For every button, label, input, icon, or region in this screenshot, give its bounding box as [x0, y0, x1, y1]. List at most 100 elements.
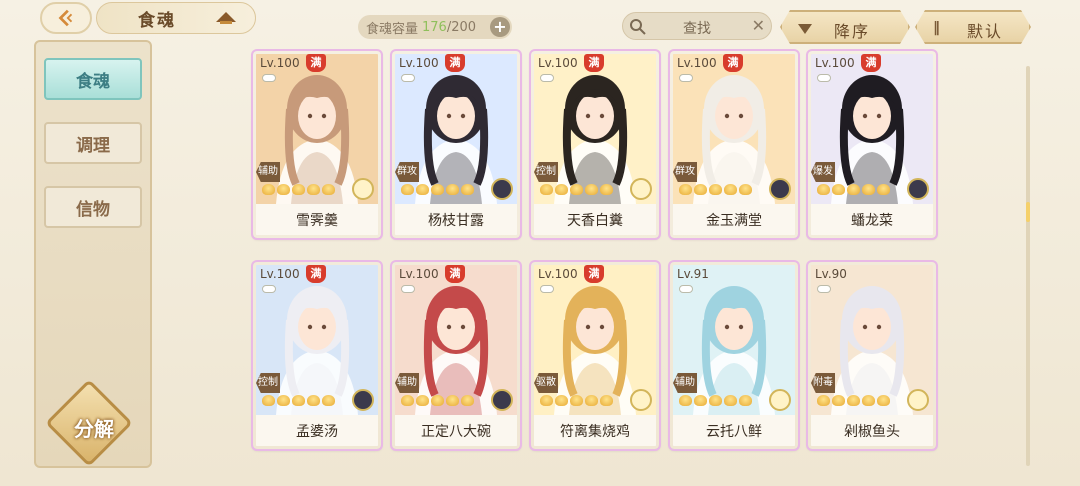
- element-emblem-icon: [769, 389, 791, 411]
- tag-chip-icon: [679, 285, 693, 293]
- role-tag: 控制: [256, 373, 280, 393]
- level-label: Lv.100: [538, 267, 578, 281]
- search-input[interactable]: 查找 ✕: [622, 12, 772, 40]
- food-soul-card[interactable]: Lv.100 满控制天香白糞: [531, 51, 659, 238]
- star-icon: [292, 395, 305, 406]
- food-soul-card[interactable]: Lv.100 满群攻 杨枝甘露: [392, 51, 520, 238]
- star-icon: [709, 395, 722, 406]
- back-button[interactable]: [40, 2, 92, 34]
- card-name: 天香白糞: [534, 204, 656, 235]
- sort-default-button[interactable]: ‖ 默认: [915, 10, 1031, 44]
- star-icon: [446, 184, 459, 195]
- star-icon: [877, 184, 890, 195]
- star-icon: [817, 395, 830, 406]
- tag-chip-icon: [817, 285, 831, 293]
- star-icon: [446, 395, 459, 406]
- food-soul-card[interactable]: Lv.100 满辅助 正定八大碗: [392, 262, 520, 449]
- tag-chip-icon: [262, 74, 276, 82]
- level-label: Lv.100: [538, 56, 578, 70]
- star-icon: [817, 184, 830, 195]
- level-label: Lv.100: [260, 267, 300, 281]
- card-name: 孟婆汤: [256, 415, 378, 446]
- card-name: 剁椒鱼头: [811, 415, 933, 446]
- max-level-badge: 满: [306, 54, 326, 72]
- card-name: 符离集烧鸡: [534, 415, 656, 446]
- star-icon: [694, 184, 707, 195]
- star-rating: [817, 395, 890, 406]
- card-name: 杨枝甘露: [395, 204, 517, 235]
- tag-chip-icon: [401, 74, 415, 82]
- star-icon: [540, 184, 553, 195]
- sidebar-item-food-souls[interactable]: 食魂: [44, 58, 142, 100]
- max-level-badge: 满: [584, 265, 604, 283]
- star-icon: [416, 184, 429, 195]
- scrollbar-thumb[interactable]: [1026, 202, 1030, 222]
- food-soul-card[interactable]: Lv.100 满控制 孟婆汤: [253, 262, 381, 449]
- star-icon: [401, 395, 414, 406]
- tag-chip-icon: [540, 285, 554, 293]
- sort-order-label: 降序: [834, 22, 871, 41]
- capacity-add-button[interactable]: +: [490, 17, 510, 37]
- capacity-current: 176: [422, 19, 447, 35]
- level-label: Lv.100: [399, 267, 439, 281]
- element-emblem-icon: [352, 389, 374, 411]
- star-rating: [679, 184, 752, 195]
- tag-chip-icon: [401, 285, 415, 293]
- star-icon: [694, 395, 707, 406]
- card-name: 云托八鲜: [673, 415, 795, 446]
- max-level-badge: 满: [584, 54, 604, 72]
- star-icon: [555, 184, 568, 195]
- star-icon: [709, 184, 722, 195]
- search-icon: [630, 19, 646, 35]
- food-soul-card[interactable]: Lv.100 满驱散符离集烧鸡: [531, 262, 659, 449]
- decompose-button[interactable]: 分解: [45, 379, 138, 467]
- level-label: Lv.100: [815, 56, 855, 70]
- role-tag: 控制: [534, 162, 558, 182]
- star-icon: [847, 395, 860, 406]
- food-soul-card[interactable]: Lv.90 附毒 剁椒鱼头: [808, 262, 936, 449]
- level-label: Lv.100: [260, 56, 300, 70]
- star-icon: [679, 184, 692, 195]
- role-tag: 群攻: [395, 162, 419, 182]
- food-soul-card[interactable]: Lv.91 辅助 云托八鲜: [670, 262, 798, 449]
- star-icon: [431, 395, 444, 406]
- food-soul-card[interactable]: Lv.100 满爆发 蟠龙菜: [808, 51, 936, 238]
- star-icon: [431, 184, 444, 195]
- card-name: 正定八大碗: [395, 415, 517, 446]
- star-icon: [724, 184, 737, 195]
- tag-chip-icon: [262, 285, 276, 293]
- sidebar-item-conditioning[interactable]: 调理: [44, 122, 142, 164]
- star-icon: [679, 395, 692, 406]
- star-rating: [401, 184, 474, 195]
- star-icon: [322, 184, 335, 195]
- role-tag: 驱散: [534, 373, 558, 393]
- star-rating: [540, 395, 613, 406]
- star-icon: [600, 184, 613, 195]
- element-emblem-icon: [352, 178, 374, 200]
- hat-icon[interactable]: [214, 8, 238, 26]
- sidebar-item-tokens[interactable]: 信物: [44, 186, 142, 228]
- star-icon: [739, 184, 752, 195]
- star-icon: [277, 184, 290, 195]
- card-name: 金玉满堂: [673, 204, 795, 235]
- element-emblem-icon: [630, 389, 652, 411]
- level-label: Lv.100: [399, 56, 439, 70]
- star-icon: [292, 184, 305, 195]
- element-emblem-icon: [491, 178, 513, 200]
- food-soul-card[interactable]: Lv.100 满辅助 雪霁羹: [253, 51, 381, 238]
- food-soul-card[interactable]: Lv.100 满群攻 金玉满堂: [670, 51, 798, 238]
- star-icon: [739, 395, 752, 406]
- clear-search-icon[interactable]: ✕: [752, 16, 765, 35]
- scrollbar[interactable]: [1026, 66, 1030, 466]
- back-arrow-icon: [58, 9, 73, 27]
- capacity-display: 食魂容量 176 /200 +: [358, 15, 512, 39]
- triangle-down-icon: [798, 24, 812, 34]
- sidebar: 食魂 调理 信物 分解: [34, 40, 152, 468]
- element-emblem-icon: [907, 389, 929, 411]
- element-emblem-icon: [907, 178, 929, 200]
- sort-order-button[interactable]: 降序: [780, 10, 910, 44]
- star-icon: [555, 395, 568, 406]
- star-icon: [277, 395, 290, 406]
- element-emblem-icon: [769, 178, 791, 200]
- star-icon: [416, 395, 429, 406]
